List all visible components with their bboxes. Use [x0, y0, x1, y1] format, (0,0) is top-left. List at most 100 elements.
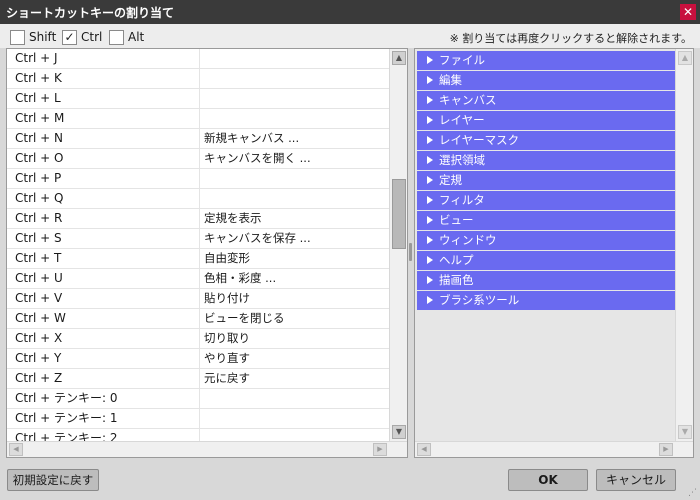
shortcut-action-cell[interactable]: 切り取り	[201, 329, 389, 348]
category-scroll-down-button[interactable]: ▼	[678, 425, 692, 439]
shortcut-row[interactable]: Ctrl + L	[7, 89, 389, 109]
category-item[interactable]: 描画色	[417, 271, 675, 290]
shortcut-row[interactable]: Ctrl + テンキー: 2	[7, 429, 389, 441]
category-item[interactable]: 定規	[417, 171, 675, 190]
shortcut-row[interactable]: Ctrl + W ビューを閉じる	[7, 309, 389, 329]
category-item[interactable]: ブラシ系ツール	[417, 291, 675, 310]
scroll-down-button[interactable]: ▼	[392, 425, 406, 439]
scroll-up-button[interactable]: ▲	[392, 51, 406, 65]
ok-button[interactable]: OK	[508, 469, 588, 491]
shortcut-row[interactable]: Ctrl + M	[7, 109, 389, 129]
alt-checkbox[interactable]: Alt	[109, 29, 144, 45]
shortcut-vertical-scrollbar[interactable]: ▲ ▼	[389, 49, 407, 441]
shortcut-row[interactable]: Ctrl + K	[7, 69, 389, 89]
shortcut-action-cell[interactable]: キャンバスを保存 ...	[201, 229, 389, 248]
close-button[interactable]: ✕	[680, 4, 696, 20]
shortcut-key-cell[interactable]: Ctrl + X	[7, 329, 200, 348]
shortcut-action-cell[interactable]: 自由変形	[201, 249, 389, 268]
expand-triangle-icon	[427, 216, 433, 224]
shortcut-horizontal-scrollbar[interactable]: ◀ ▶	[7, 441, 407, 457]
category-scroll-left-button[interactable]: ◀	[417, 443, 431, 456]
category-scroll-right-button[interactable]: ▶	[659, 443, 673, 456]
ctrl-checkbox-box[interactable]: ✓	[62, 29, 77, 45]
cancel-button[interactable]: キャンセル	[596, 469, 676, 491]
shortcut-row[interactable]: Ctrl + U 色相・彩度 ...	[7, 269, 389, 289]
ctrl-checkbox[interactable]: ✓ Ctrl	[62, 29, 102, 45]
shortcut-row[interactable]: Ctrl + J	[7, 49, 389, 69]
shortcut-action-cell[interactable]: 定規を表示	[201, 209, 389, 228]
category-scroll-up-button[interactable]: ▲	[678, 51, 692, 65]
shortcut-key-cell[interactable]: Ctrl + J	[7, 49, 200, 68]
shortcut-key-cell[interactable]: Ctrl + テンキー: 1	[7, 409, 200, 428]
shortcut-key-cell[interactable]: Ctrl + O	[7, 149, 200, 168]
shortcut-row[interactable]: Ctrl + Y やり直す	[7, 349, 389, 369]
shortcut-key-cell[interactable]: Ctrl + Q	[7, 189, 200, 208]
shortcut-key-cell[interactable]: Ctrl + テンキー: 2	[7, 429, 200, 441]
shortcut-row[interactable]: Ctrl + Z 元に戻す	[7, 369, 389, 389]
shortcut-action-cell[interactable]	[201, 429, 389, 441]
splitter-grip-icon[interactable]	[409, 243, 412, 261]
shortcut-row[interactable]: Ctrl + テンキー: 0	[7, 389, 389, 409]
category-vertical-scrollbar[interactable]: ▲ ▼	[675, 49, 693, 441]
category-item[interactable]: ファイル	[417, 51, 675, 70]
shift-checkbox-box[interactable]	[10, 29, 25, 45]
shortcut-action-cell[interactable]	[201, 49, 389, 68]
scroll-left-button[interactable]: ◀	[9, 443, 23, 456]
shortcut-row[interactable]: Ctrl + V 貼り付け	[7, 289, 389, 309]
reset-defaults-button[interactable]: 初期設定に戻す	[7, 469, 99, 491]
scroll-thumb[interactable]	[392, 179, 406, 249]
shortcut-key-cell[interactable]: Ctrl + M	[7, 109, 200, 128]
shortcut-action-cell[interactable]: 元に戻す	[201, 369, 389, 388]
category-item[interactable]: ウィンドウ	[417, 231, 675, 250]
shortcut-row[interactable]: Ctrl + X 切り取り	[7, 329, 389, 349]
category-horizontal-scrollbar[interactable]: ◀ ▶	[415, 441, 693, 457]
shortcut-action-cell[interactable]	[201, 409, 389, 428]
shortcut-key-cell[interactable]: Ctrl + L	[7, 89, 200, 108]
alt-checkbox-box[interactable]	[109, 29, 124, 45]
shortcut-key-cell[interactable]: Ctrl + N	[7, 129, 200, 148]
shortcut-key-cell[interactable]: Ctrl + W	[7, 309, 200, 328]
category-item[interactable]: キャンバス	[417, 91, 675, 110]
shortcut-action-cell[interactable]	[201, 109, 389, 128]
shortcut-key-cell[interactable]: Ctrl + V	[7, 289, 200, 308]
shortcut-key-cell[interactable]: Ctrl + R	[7, 209, 200, 228]
shortcut-row[interactable]: Ctrl + Q	[7, 189, 389, 209]
shortcut-action-cell[interactable]: キャンバスを開く ...	[201, 149, 389, 168]
shift-checkbox[interactable]: Shift	[10, 29, 56, 45]
shortcut-row[interactable]: Ctrl + S キャンバスを保存 ...	[7, 229, 389, 249]
shortcut-key-cell[interactable]: Ctrl + T	[7, 249, 200, 268]
category-item[interactable]: ヘルプ	[417, 251, 675, 270]
resize-grip-icon[interactable]: ⋰	[688, 488, 698, 498]
shortcut-row[interactable]: Ctrl + O キャンバスを開く ...	[7, 149, 389, 169]
shortcut-key-cell[interactable]: Ctrl + P	[7, 169, 200, 188]
category-item[interactable]: ビュー	[417, 211, 675, 230]
shortcut-action-cell[interactable]	[201, 169, 389, 188]
shortcut-action-cell[interactable]	[201, 189, 389, 208]
shortcut-action-cell[interactable]: 貼り付け	[201, 289, 389, 308]
shortcut-row[interactable]: Ctrl + N 新規キャンバス ...	[7, 129, 389, 149]
shortcut-action-cell[interactable]	[201, 89, 389, 108]
category-item[interactable]: レイヤー	[417, 111, 675, 130]
category-item[interactable]: 編集	[417, 71, 675, 90]
shortcut-row[interactable]: Ctrl + P	[7, 169, 389, 189]
shortcut-action-cell[interactable]: 色相・彩度 ...	[201, 269, 389, 288]
shortcut-action-cell[interactable]: やり直す	[201, 349, 389, 368]
scroll-right-button[interactable]: ▶	[373, 443, 387, 456]
shortcut-action-cell[interactable]	[201, 389, 389, 408]
category-item[interactable]: 選択領域	[417, 151, 675, 170]
category-item[interactable]: レイヤーマスク	[417, 131, 675, 150]
shortcut-row[interactable]: Ctrl + テンキー: 1	[7, 409, 389, 429]
shortcut-key-cell[interactable]: Ctrl + S	[7, 229, 200, 248]
shortcut-action-cell[interactable]: 新規キャンバス ...	[201, 129, 389, 148]
category-item[interactable]: フィルタ	[417, 191, 675, 210]
shortcut-key-cell[interactable]: Ctrl + Z	[7, 369, 200, 388]
shortcut-action-cell[interactable]	[201, 69, 389, 88]
shortcut-key-cell[interactable]: Ctrl + U	[7, 269, 200, 288]
shortcut-key-cell[interactable]: Ctrl + テンキー: 0	[7, 389, 200, 408]
category-list: ファイル 編集 キャンバス レイヤー レイヤーマスク 選択領域 定規 フィルタ ビュー ウィンドウ…	[415, 49, 675, 311]
shortcut-key-cell[interactable]: Ctrl + K	[7, 69, 200, 88]
shortcut-row[interactable]: Ctrl + R 定規を表示	[7, 209, 389, 229]
shortcut-action-cell[interactable]: ビューを閉じる	[201, 309, 389, 328]
shortcut-key-cell[interactable]: Ctrl + Y	[7, 349, 200, 368]
shortcut-row[interactable]: Ctrl + T 自由変形	[7, 249, 389, 269]
